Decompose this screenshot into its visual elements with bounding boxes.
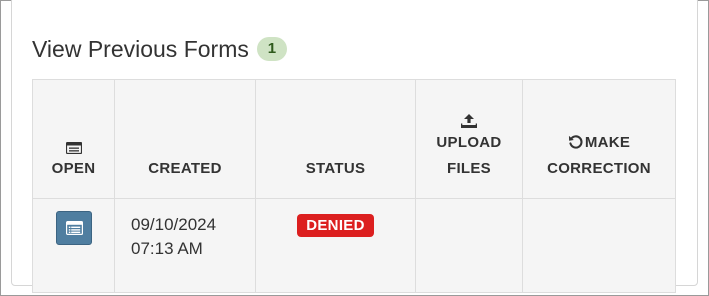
status-cell: DENIED: [255, 198, 416, 293]
column-header-status: STATUS: [255, 79, 416, 199]
form-list-icon: [65, 221, 83, 235]
column-header-upload-files: UPLOAD FILES: [415, 79, 523, 199]
status-badge: DENIED: [297, 214, 374, 237]
open-form-button[interactable]: [55, 211, 92, 245]
upload-icon: [461, 114, 477, 128]
column-label-upload-line2: FILES: [446, 160, 491, 177]
forms-count-badge: 1: [256, 37, 287, 61]
upload-files-cell: [415, 198, 523, 293]
column-label-created: CREATED: [148, 160, 222, 177]
open-cell: [32, 198, 115, 293]
created-time: 07:13 AM: [131, 239, 203, 258]
table-header-row: OPEN CREATED STATUS UPLOAD FILES MAKE CO…: [32, 79, 676, 199]
created-date: 09/10/2024: [131, 215, 217, 234]
previous-forms-table: OPEN CREATED STATUS UPLOAD FILES MAKE CO…: [32, 79, 676, 293]
column-header-created: CREATED: [114, 79, 256, 199]
page-title: View Previous Forms: [32, 35, 249, 62]
make-correction-cell: [522, 198, 676, 293]
table-row: 09/10/2024 07:13 AM DENIED: [32, 198, 676, 293]
column-label-correction-line1: MAKE: [584, 134, 631, 151]
column-header-open: OPEN: [32, 79, 115, 199]
undo-icon: [568, 135, 583, 149]
section-heading: View Previous Forms 1: [32, 32, 287, 66]
column-label-open: OPEN: [51, 160, 96, 177]
column-label-status: STATUS: [305, 160, 366, 177]
column-label-upload-line1: UPLOAD: [436, 134, 502, 151]
column-label-correction-line2: CORRECTION: [547, 160, 651, 177]
created-cell: 09/10/2024 07:13 AM: [114, 198, 256, 293]
column-header-make-correction: MAKE CORRECTION: [522, 79, 676, 199]
form-list-icon: [65, 142, 82, 154]
